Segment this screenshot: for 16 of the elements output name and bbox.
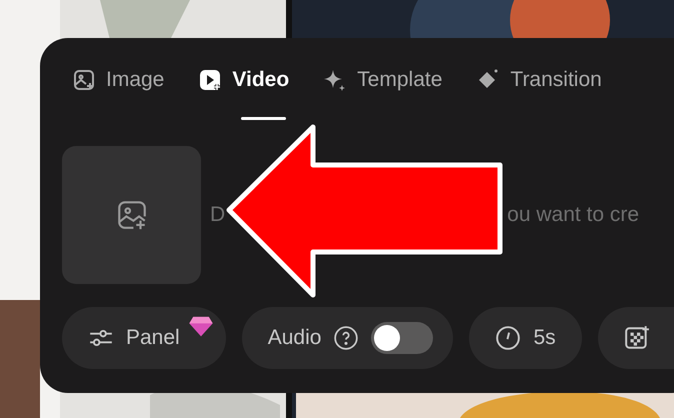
image-icon	[72, 68, 96, 92]
tab[interactable]: Image	[72, 38, 164, 122]
checker-icon	[624, 325, 650, 351]
prompt-text: D	[210, 203, 226, 227]
prompt-text: ou want to cre	[507, 203, 640, 227]
tab[interactable]: Video	[198, 38, 290, 122]
panel-button[interactable]: Panel	[62, 307, 226, 369]
audio-toggle[interactable]	[371, 322, 434, 354]
audio-label: Audio	[268, 326, 322, 350]
help-icon[interactable]	[333, 325, 360, 351]
tab[interactable]: Transition	[476, 38, 602, 122]
tab[interactable]: Template	[323, 38, 442, 122]
duration-button[interactable]: 5s	[469, 307, 582, 369]
video-icon	[198, 68, 222, 92]
sparkle-icon	[323, 68, 348, 92]
clock-icon	[495, 325, 522, 351]
